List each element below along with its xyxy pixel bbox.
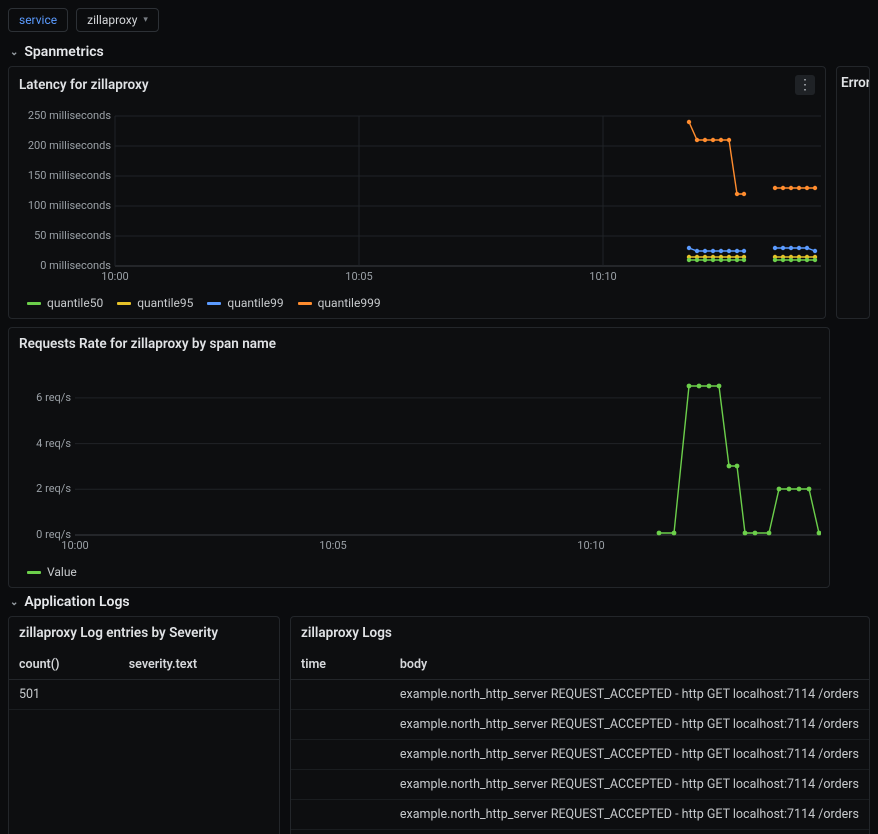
severity-table: count() severity.text 501	[9, 650, 279, 710]
cell-body: example.north_http_server REQUEST_ACCEPT…	[390, 770, 869, 800]
cell-time	[291, 680, 390, 710]
x-tick: 10:00	[61, 539, 88, 552]
panel-latency: Latency for zillaproxy ⋮ 0 milliseconds …	[8, 66, 826, 319]
panel-menu-button[interactable]: ⋮	[795, 75, 815, 95]
cell-time	[291, 800, 390, 830]
y-tick: 6 req/s	[36, 391, 71, 404]
panel-title: Requests Rate for zillaproxy by span nam…	[19, 336, 276, 352]
kebab-icon: ⋮	[798, 77, 812, 93]
y-tick: 50 milliseconds	[34, 229, 111, 242]
topbar: service zillaproxy ▾	[0, 0, 878, 38]
logs-table: time body example.north_http_server REQU…	[291, 650, 869, 834]
panel-log-severity: zillaproxy Log entries by Severity count…	[8, 616, 280, 834]
y-tick: 200 milliseconds	[28, 139, 111, 152]
table-row[interactable]: example.north_http_server REQUEST_ACCEPT…	[291, 740, 869, 770]
x-tick: 10:05	[319, 539, 346, 552]
y-tick: 150 milliseconds	[28, 169, 111, 182]
chevron-down-icon: ⌄	[10, 47, 18, 58]
table-row[interactable]: example.north_http_server REQUEST_ACCEPT…	[291, 770, 869, 800]
legend-item-q99[interactable]: quantile99	[207, 296, 283, 310]
section-title: Application Logs	[24, 594, 129, 610]
col-body[interactable]: body	[390, 650, 869, 680]
cell-time	[291, 830, 390, 834]
x-tick: 10:10	[589, 270, 616, 283]
col-time[interactable]: time	[291, 650, 390, 680]
cell-time	[291, 770, 390, 800]
legend-item-q50[interactable]: quantile50	[27, 296, 103, 310]
table-row[interactable]: example.north_http_server REQUEST_ACCEPT…	[291, 680, 869, 710]
y-tick: 2 req/s	[36, 482, 71, 495]
x-tick: 10:10	[577, 539, 604, 552]
panel-title: zillaproxy Log entries by Severity	[19, 625, 218, 641]
panel-error: Error R	[836, 66, 870, 319]
legend-item-value[interactable]: Value	[27, 565, 77, 579]
chevron-down-icon: ⌄	[10, 597, 18, 608]
table-row[interactable]: example.north_http_server REQUEST_ACCEPT…	[291, 800, 869, 830]
cell-body: example.north_http_server REQUEST_ACCEPT…	[390, 680, 869, 710]
chevron-down-icon: ▾	[143, 15, 148, 25]
service-label-pill[interactable]: service	[8, 8, 68, 32]
panel-logs: zillaproxy Logs time body example.north_…	[290, 616, 870, 834]
cell-count: 501	[9, 680, 119, 710]
cell-time	[291, 740, 390, 770]
section-applogs-header[interactable]: ⌄ Application Logs	[0, 588, 878, 616]
col-severity[interactable]: severity.text	[119, 650, 279, 680]
y-tick: 4 req/s	[36, 437, 71, 450]
table-row[interactable]: 501	[9, 680, 279, 710]
cell-time	[291, 710, 390, 740]
latency-chart[interactable]: 0 milliseconds 50 milliseconds 100 milli…	[9, 104, 825, 292]
x-tick: 10:00	[101, 270, 128, 283]
panel-requests-rate: Requests Rate for zillaproxy by span nam…	[8, 327, 830, 588]
panel-title: zillaproxy Logs	[301, 625, 392, 641]
cell-body: example.north_http_server REQUEST_ACCEPT…	[390, 710, 869, 740]
col-count[interactable]: count()	[9, 650, 119, 680]
x-tick: 10:05	[345, 270, 372, 283]
requests-legend: Value	[9, 561, 829, 587]
section-title: Spanmetrics	[24, 44, 103, 60]
section-spanmetrics-header[interactable]: ⌄ Spanmetrics	[0, 38, 878, 66]
table-row[interactable]: example.north_http_server REQUEST_ACCEPT…	[291, 830, 869, 834]
service-value-dropdown[interactable]: zillaproxy ▾	[76, 8, 159, 32]
latency-legend: quantile50 quantile95 quantile99 quantil…	[9, 292, 825, 318]
panel-title: Latency for zillaproxy	[19, 77, 149, 93]
y-tick: 100 milliseconds	[28, 199, 111, 212]
cell-body: example.north_http_server REQUEST_ACCEPT…	[390, 800, 869, 830]
table-row[interactable]: example.north_http_server REQUEST_ACCEPT…	[291, 710, 869, 740]
cell-severity	[119, 680, 279, 710]
service-label: service	[19, 13, 57, 27]
panel-title: Error R	[841, 75, 870, 91]
legend-item-q999[interactable]: quantile999	[298, 296, 381, 310]
legend-item-q95[interactable]: quantile95	[117, 296, 193, 310]
service-value: zillaproxy	[87, 13, 137, 27]
cell-body: example.north_http_server REQUEST_ACCEPT…	[390, 830, 869, 834]
requests-chart[interactable]: 0 req/s 2 req/s 4 req/s 6 req/s 10:00 10…	[9, 361, 829, 561]
y-tick: 250 milliseconds	[28, 109, 111, 122]
cell-body: example.north_http_server REQUEST_ACCEPT…	[390, 740, 869, 770]
